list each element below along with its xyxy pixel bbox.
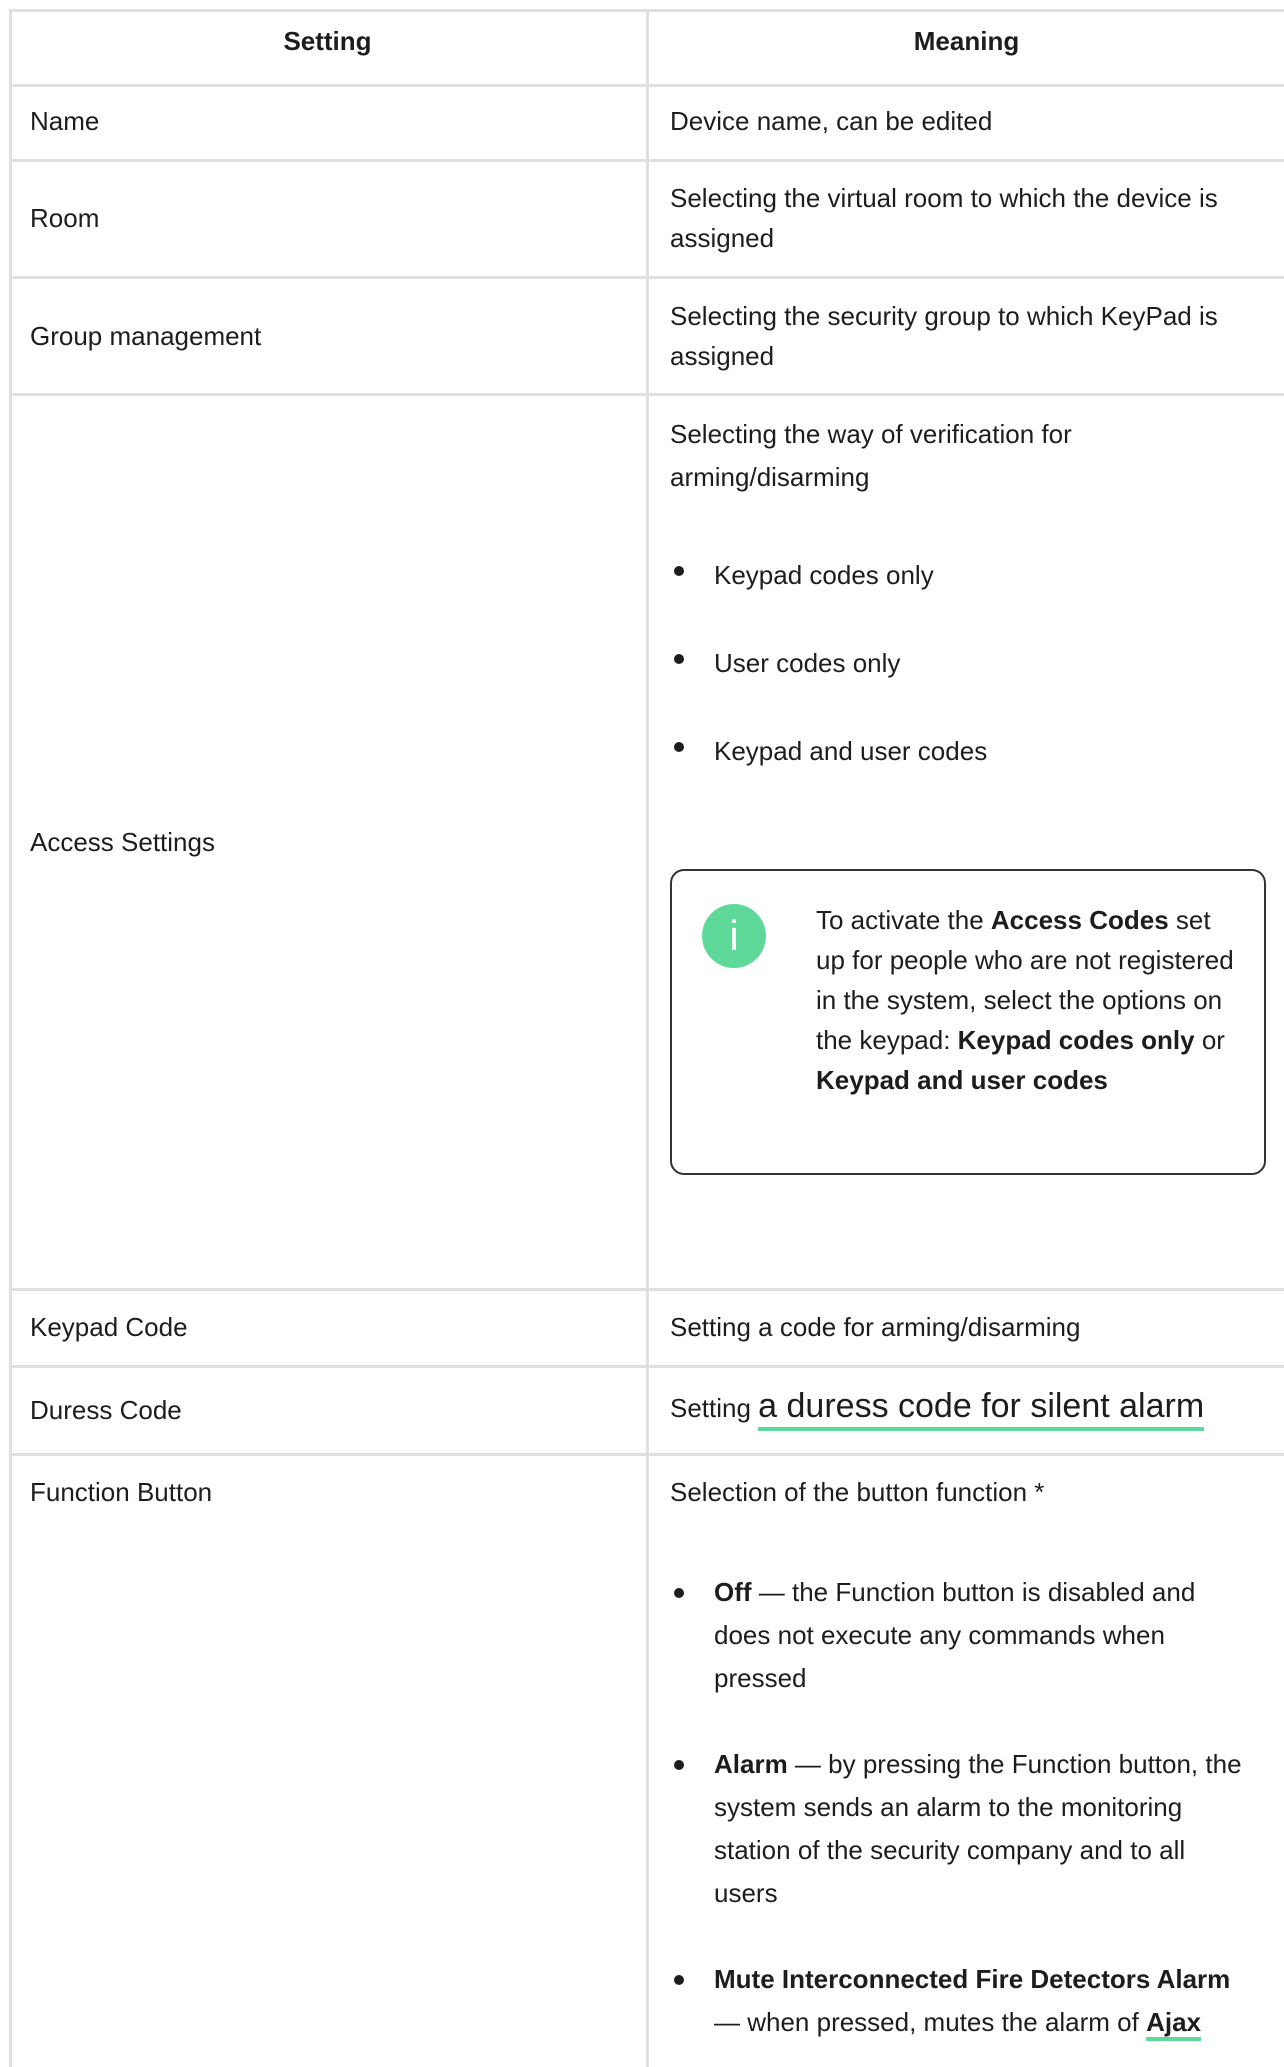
bullet [674,654,684,664]
bullet [674,566,684,576]
bullet [674,1975,684,1985]
row-access-setting: Access Settings [30,827,215,857]
row-group-meaning: Selecting the security group to which Ke… [670,301,1218,371]
settings-table: Setting Meaning Name Device name, can be… [0,0,1284,2067]
bullet [674,1588,684,1598]
function-option-mute: Mute Interconnected Fire Detectors Alarm… [714,1958,1254,2044]
bullet [674,742,684,752]
table-border-left [9,9,12,2067]
row-duress-setting: Duress Code [30,1395,182,1425]
info-note-text: To activate the Access Codes set up for … [816,905,1234,1095]
row-access-meaning: Selecting the way of verification for ar… [670,419,1072,492]
function-option-alarm: Alarm — by pressing the Function button,… [714,1749,1242,1908]
info-icon: i [702,904,766,968]
row-room-meaning: Selecting the virtual room to which the … [670,183,1218,253]
function-option-off: Off — the Function button is disabled an… [714,1577,1196,1693]
option-keypad-and-user-codes: Keypad and user codes [714,736,988,766]
header-meaning: Meaning [913,26,1020,56]
option-keypad-codes: Keypad codes only [714,560,934,590]
row-name-setting: Name [30,106,100,136]
row-duress-meaning: Setting a duress code for silent alarm [670,1386,1270,1431]
row-keypad-code-meaning: Setting a code for arming/disarming [670,1312,1081,1342]
row-group-setting: Group management [30,321,262,351]
row-function-meaning: Selection of the button function * [670,1477,1045,1507]
bullet [674,1760,684,1770]
row-name-meaning: Device name, can be edited [670,106,993,136]
row-room-setting: Room [30,203,100,233]
row-function-setting: Function Button [30,1477,213,1507]
ajax-link[interactable]: Ajax [1146,2007,1202,2041]
header-setting: Setting [283,26,372,56]
option-user-codes: User codes only [714,648,901,678]
row-keypad-code-setting: Keypad Code [30,1312,188,1342]
column-divider [646,9,649,2067]
duress-code-link[interactable]: a duress code for silent alarm [758,1387,1205,1431]
